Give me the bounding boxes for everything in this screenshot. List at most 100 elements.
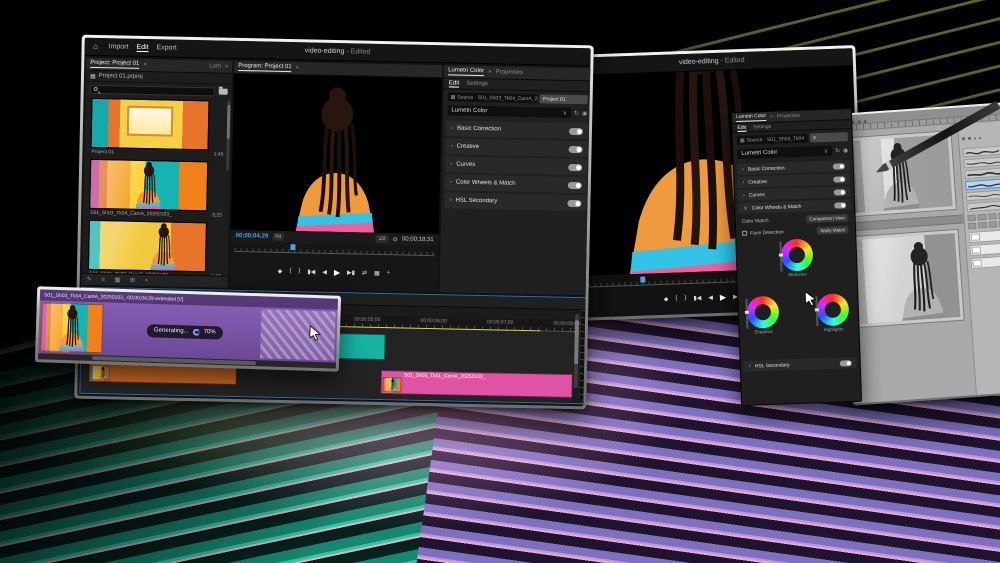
tab-settings[interactable]: Settings (466, 81, 488, 87)
folder-icon[interactable] (219, 89, 228, 95)
mark-in-button[interactable]: { (289, 268, 291, 274)
generated-extension-region (260, 309, 336, 360)
midtones-wheel[interactable] (780, 238, 813, 271)
prev-frame-button[interactable]: ◀ (322, 268, 327, 275)
settings-wrench-icon[interactable]: ⚙ (392, 236, 398, 243)
tab-settings[interactable]: Settings (753, 124, 771, 131)
search-input[interactable] (90, 84, 215, 96)
midtones-slider[interactable] (779, 242, 782, 272)
play-button[interactable]: ▶ (334, 268, 340, 277)
project-toolbar-icons[interactable]: ✎ ≡ ▦ ⊞ + (82, 273, 228, 288)
tab-lumetri-color[interactable]: Lumetri Color (736, 113, 766, 122)
export-frame-button[interactable]: ▦ (374, 269, 380, 276)
fit-dropdown[interactable]: Fit (272, 233, 284, 241)
preset-dropdown[interactable]: Lumetri Color ∨ (447, 105, 571, 118)
bypass-icon[interactable]: ◉ (582, 110, 587, 117)
shadows-slider[interactable] (745, 299, 748, 329)
lumetri-panel-floating: Lumetri Color × Properties Edit Settings… (731, 108, 862, 406)
tab-edit[interactable]: Edit (737, 124, 746, 131)
layer-row[interactable] (970, 255, 1000, 269)
step-back-button[interactable]: ▮◀ (693, 294, 701, 301)
toggle-switch[interactable] (569, 127, 583, 134)
tab-lumetri-collapsed[interactable]: Lum (209, 63, 221, 69)
highlights-wheel[interactable] (816, 293, 849, 326)
bypass-icon[interactable]: ◉ (843, 147, 848, 154)
reset-icon[interactable]: ↻ (835, 147, 840, 154)
lumetri-panel: Lumetri Color × Properties Edit Settings… (440, 65, 591, 295)
layer-row[interactable] (969, 242, 1000, 256)
cursor-icon (804, 290, 817, 306)
bin-item-clip-a[interactable]: S01_Sh03_Tk04_CamA_20250103_ 0;25 (83, 157, 230, 221)
section-hsl-secondary[interactable]: › HSL Secondary (444, 192, 586, 211)
spinner-icon (192, 328, 199, 335)
brush-preset[interactable] (966, 189, 1000, 201)
cursor-icon (309, 325, 321, 341)
resolution-dropdown[interactable]: 1/2 (376, 235, 389, 243)
step-back-button[interactable]: ▮◀ (307, 268, 315, 275)
tab-lumetri-color[interactable]: Lumetri Color (448, 67, 484, 76)
mark-in-button[interactable]: { (675, 295, 677, 301)
step-forward-button[interactable]: ▶▮ (347, 269, 355, 276)
toggle-switch[interactable] (568, 181, 582, 188)
marker-button[interactable]: ◆ (278, 267, 283, 274)
close-icon[interactable]: × (770, 114, 773, 120)
preset-dropdown[interactable]: Lumetri Color ∨ (737, 146, 832, 159)
toggle-switch[interactable] (569, 145, 583, 152)
source-clip-chip[interactable]: ▦ Source · S01_Sh03_Tk04 (737, 134, 809, 145)
chevron-right-icon: › (743, 192, 745, 198)
play-button[interactable]: ▶ (720, 292, 726, 301)
toggle-switch[interactable] (834, 189, 846, 195)
brush-preset[interactable] (963, 157, 1000, 169)
window-title: video-editing - Edited (85, 43, 591, 61)
bin-item-sequence[interactable]: Project 01 1:40 (84, 96, 231, 160)
timeline-clip-magenta[interactable]: S01_Sh05_Tk01_CamA_20250103_ (380, 370, 572, 398)
mark-out-button[interactable]: } (684, 295, 686, 301)
close-icon[interactable]: × (296, 65, 300, 71)
section-curves[interactable]: › Curves (445, 156, 587, 175)
comparison-view-button[interactable]: Comparison View (805, 213, 848, 224)
brush-preset[interactable] (963, 146, 1000, 158)
reset-icon[interactable]: ↻ (574, 110, 579, 117)
clip-thumbnail (40, 302, 104, 353)
grid-view-icon[interactable]: ▦ (90, 72, 96, 79)
bin-item-clip-b[interactable]: S01_Sh01_Tk03_CamC_20250103_ 1;19 (82, 218, 229, 282)
brush-preset[interactable] (967, 200, 1000, 212)
tab-properties[interactable]: Properties (496, 69, 523, 76)
scrubber[interactable] (234, 244, 434, 256)
add-button[interactable]: + (387, 270, 391, 276)
target-chip[interactable]: Project 01 (540, 94, 588, 104)
layer-row[interactable] (969, 229, 1000, 243)
close-icon[interactable]: × (488, 69, 492, 75)
storyboard-frame-2[interactable] (849, 229, 965, 328)
more-panels-icon[interactable]: » (225, 64, 228, 70)
source-clip-chip[interactable]: ▦ Source · S01_Sh03_Tk04_CamA_20250103 (448, 92, 539, 103)
mark-out-button[interactable]: } (298, 268, 300, 274)
toggle-switch[interactable] (833, 163, 845, 169)
tab-project[interactable]: Project: Project 01 (90, 60, 139, 69)
brush-preset-selected[interactable] (965, 179, 1000, 191)
brush-preset[interactable] (964, 168, 1000, 180)
section-creative[interactable]: › Creative (445, 138, 587, 157)
face-detection-checkbox[interactable] (742, 231, 747, 236)
section-basic-correction[interactable]: › Basic Correction (446, 120, 588, 139)
tab-properties[interactable]: Properties (777, 113, 800, 120)
highlights-label: Highlights (811, 326, 855, 333)
storyboard-frame-1[interactable] (842, 130, 957, 217)
target-chip[interactable]: ≡ (810, 132, 848, 142)
floating-generative-clip[interactable]: S01_Sh03_Tk04_CamA_20250103_-00;00;04;29… (35, 286, 341, 372)
tab-edit[interactable]: Edit (449, 80, 459, 87)
toggle-switch[interactable] (834, 202, 846, 208)
prev-frame-button[interactable]: ◀ (708, 294, 713, 301)
tab-program[interactable]: Program: Project 01 (238, 63, 292, 72)
toggle-switch[interactable] (567, 199, 581, 206)
shadows-wheel[interactable] (746, 296, 779, 329)
close-icon[interactable]: × (143, 62, 147, 68)
toggle-switch[interactable] (840, 360, 852, 366)
section-color-wheels[interactable]: › Color Wheels & Match (445, 174, 587, 193)
section-hsl-secondary[interactable]: › HSL Secondary (744, 357, 857, 372)
apply-match-button[interactable]: Apply Match (816, 225, 849, 235)
toggle-switch[interactable] (568, 163, 582, 170)
loop-button[interactable]: ⇄ (362, 269, 367, 276)
marker-button[interactable]: ◆ (664, 295, 669, 302)
toggle-switch[interactable] (833, 176, 845, 182)
